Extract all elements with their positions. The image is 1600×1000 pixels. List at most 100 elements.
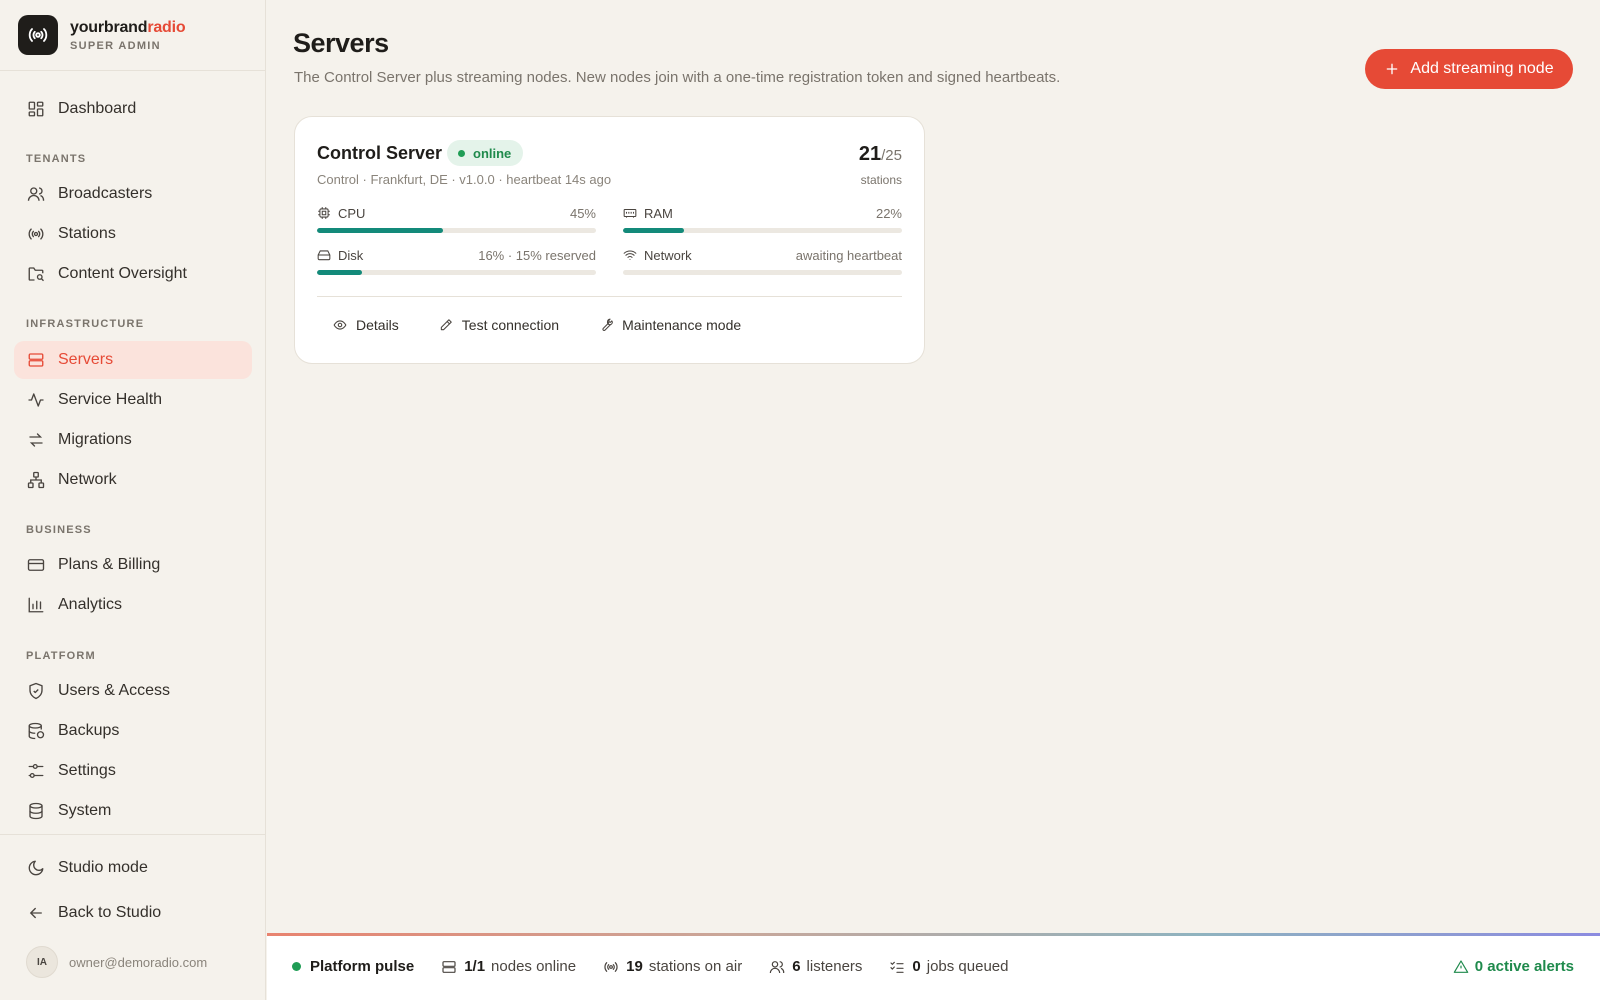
- maintenance-mode-label: Maintenance mode: [622, 317, 742, 333]
- wifi-icon: [623, 250, 637, 260]
- eye-icon: [333, 320, 347, 330]
- sidebar-item-plans-billing[interactable]: Plans & Billing: [14, 546, 252, 584]
- stations-label: stations: [860, 173, 902, 187]
- sidebar-item-label: Dashboard: [58, 100, 137, 117]
- pulse-gradient-line: [267, 933, 1600, 936]
- stations-count: 21/25: [859, 143, 902, 166]
- sidebar-item-label: Network: [58, 471, 117, 488]
- progress-track: [317, 270, 596, 275]
- stations-on-air-label: stations on air: [648, 958, 743, 975]
- details-label: Details: [356, 317, 399, 333]
- server-meta: Control · Frankfurt, DE · v1.0.0 · heart…: [317, 172, 612, 187]
- list-checks-icon: [890, 961, 905, 973]
- brand-role: SUPER ADMIN: [70, 39, 161, 52]
- memory-icon: [623, 208, 637, 218]
- metric-disk: Disk 16% · 15% reserved: [317, 247, 596, 275]
- metric-value: awaiting heartbeat: [795, 247, 902, 263]
- plus-icon: [1387, 63, 1398, 75]
- section-platform: PLATFORM: [26, 650, 96, 662]
- pulse-stations: 19 stations on air: [603, 958, 742, 975]
- brand-name: yourbrandradio: [70, 18, 186, 36]
- sidebar-item-label: Migrations: [58, 431, 132, 448]
- metric-label: RAM: [644, 205, 673, 221]
- add-streaming-node-button[interactable]: Add streaming node: [1365, 49, 1573, 89]
- status-label: online: [473, 145, 512, 161]
- alerts-label: 0 active alerts: [1474, 958, 1574, 975]
- pulse-jobs: 0 jobs queued: [889, 958, 1009, 975]
- progress-track: [317, 228, 596, 233]
- pulse-nodes: 1/1 nodes online: [441, 958, 576, 975]
- listeners-value: 6: [792, 958, 801, 975]
- sidebar-item-label: Backups: [58, 722, 120, 739]
- sidebar-item-content-oversight[interactable]: Content Oversight: [14, 255, 252, 293]
- progress-track: [623, 270, 902, 275]
- section-tenants: TENANTS: [26, 153, 87, 165]
- pulse-title: Platform pulse: [310, 958, 415, 975]
- sidebar-item-migrations[interactable]: Migrations: [14, 421, 252, 459]
- jobs-value: 0: [912, 958, 921, 975]
- warning-triangle-icon: [1453, 959, 1469, 973]
- maintenance-mode-button[interactable]: Maintenance mode: [599, 317, 741, 333]
- sidebar-item-label: Content Oversight: [58, 265, 187, 282]
- avatar: IA: [26, 946, 58, 978]
- sidebar-item-service-health[interactable]: Service Health: [14, 381, 252, 419]
- server-card: Control Server online Control · Frankfur…: [294, 116, 925, 364]
- database-backup-icon: [28, 722, 45, 740]
- pulse-listeners: 6 listeners: [769, 958, 862, 975]
- credit-card-icon: [27, 559, 45, 571]
- progress-fill: [317, 228, 443, 233]
- sidebar-item-stations[interactable]: Stations: [14, 215, 252, 253]
- sidebar-item-label: Back to Studio: [58, 904, 162, 921]
- stations-value: 19: [626, 958, 643, 975]
- database-icon: [29, 802, 43, 820]
- user-account[interactable]: IA owner@demoradio.com: [26, 946, 207, 978]
- activity-icon: [28, 393, 44, 407]
- progress-track: [623, 228, 902, 233]
- jobs-label: jobs queued: [926, 958, 1009, 975]
- hard-drive-icon: [317, 250, 331, 261]
- sliders-icon: [28, 763, 44, 779]
- platform-pulse-bar: Platform pulse 1/1 nodes online 19 stati…: [267, 933, 1600, 1000]
- page-subtitle: The Control Server plus streaming nodes.…: [294, 69, 1061, 86]
- metric-ram: RAM 22%: [623, 205, 902, 233]
- folder-search-icon: [28, 267, 44, 282]
- sidebar-item-settings[interactable]: Settings: [14, 752, 252, 790]
- radio-icon: [604, 961, 618, 972]
- user-email: owner@demoradio.com: [69, 954, 208, 970]
- sidebar-item-studio-mode[interactable]: Studio mode: [14, 849, 252, 887]
- arrow-left-icon: [29, 907, 42, 919]
- sidebar-item-label: Plans & Billing: [58, 556, 161, 573]
- users-icon: [769, 960, 785, 973]
- sidebar-item-label: Broadcasters: [58, 185, 153, 202]
- active-alerts-link[interactable]: 0 active alerts: [1453, 958, 1574, 975]
- sidebar-item-dashboard[interactable]: Dashboard: [14, 90, 252, 128]
- server-icon: [28, 353, 44, 367]
- test-connection-button[interactable]: Test connection: [439, 317, 559, 333]
- sidebar-item-back-to-studio[interactable]: Back to Studio: [14, 894, 252, 932]
- details-button[interactable]: Details: [333, 317, 399, 333]
- card-actions: Details Test connection Maintenance mode: [333, 317, 781, 333]
- sidebar-item-label: Service Health: [58, 391, 163, 408]
- sidebar-item-servers[interactable]: Servers: [14, 341, 252, 379]
- nodes-value: 1/1: [464, 958, 486, 975]
- bar-chart-icon: [28, 597, 44, 613]
- status-dot: [458, 149, 465, 157]
- sidebar-item-broadcasters[interactable]: Broadcasters: [14, 175, 252, 213]
- radio-icon: [28, 228, 44, 240]
- server-name: Control Server: [317, 143, 443, 163]
- listeners-label: listeners: [806, 958, 863, 975]
- section-infrastructure: INFRASTRUCTURE: [26, 318, 145, 330]
- sidebar-item-network[interactable]: Network: [14, 461, 252, 499]
- pulse-dot: [292, 962, 301, 971]
- sidebar-divider: [0, 834, 266, 835]
- sidebar-item-label: Stations: [58, 225, 116, 242]
- sidebar-item-users-access[interactable]: Users & Access: [14, 672, 252, 710]
- sidebar-item-system[interactable]: System: [14, 792, 252, 830]
- sidebar-item-analytics[interactable]: Analytics: [14, 586, 252, 624]
- add-streaming-node-label: Add streaming node: [1410, 60, 1554, 77]
- radio-logo-icon: [18, 15, 58, 55]
- metric-cpu: CPU 45%: [317, 205, 596, 233]
- progress-fill: [317, 270, 362, 275]
- brand[interactable]: yourbrandradio SUPER ADMIN: [0, 0, 265, 71]
- sidebar-item-backups[interactable]: Backups: [14, 712, 252, 750]
